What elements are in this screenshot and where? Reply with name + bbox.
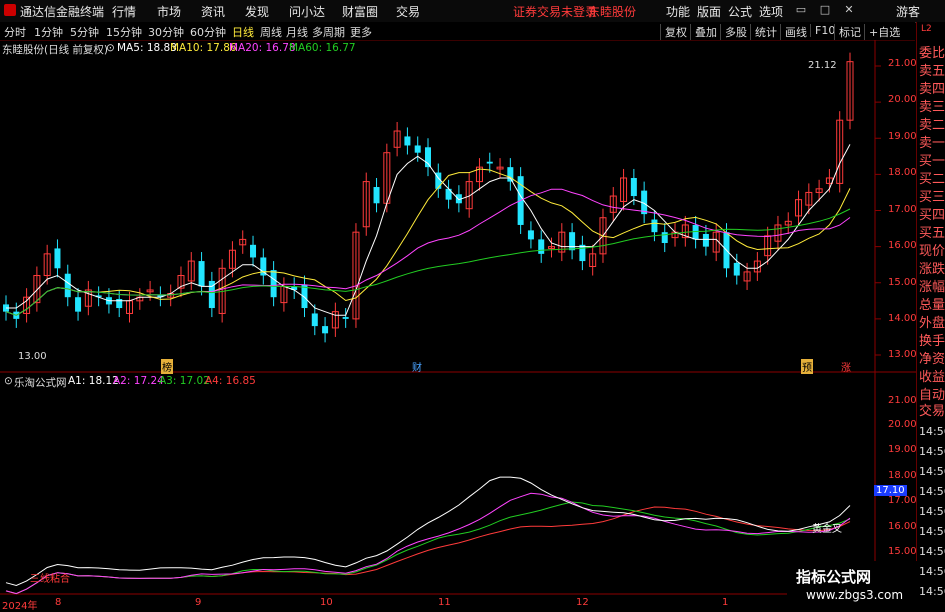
ma20-line (5, 188, 851, 316)
candle-body-down (342, 317, 349, 319)
low-marker: 13.00 (18, 351, 47, 362)
price-axis-label: 18.00 (888, 167, 917, 178)
indicator-axis-label: 20.00 (888, 419, 917, 430)
panel-ask1: 卖一 (919, 136, 945, 151)
panel-commission-ratio: 委比 (919, 46, 945, 61)
time-label: 14:56 (919, 485, 945, 498)
time-label: 14:56 (919, 585, 945, 598)
watermark-title: 指标公式网 (796, 568, 872, 586)
x-axis-label: 10 (320, 597, 333, 608)
a2-line (5, 492, 851, 595)
price-axis-label: 17.00 (888, 204, 917, 215)
candle-body-down (75, 297, 82, 312)
time-label: 14:56 (919, 565, 945, 578)
panel-auto[interactable]: 自动 (919, 388, 945, 403)
panel-change-pct: 涨幅 (919, 280, 945, 295)
candle-body-down (702, 233, 709, 247)
quote-side-panel: L2 委比 卖五 卖四 卖三 卖二 卖一 买一 买二 买三 买四 买五 现价 涨… (916, 22, 945, 609)
time-label: 14:56 (919, 545, 945, 558)
indicator-axis-label: 19.00 (888, 444, 917, 455)
high-marker: 21.12 (808, 60, 837, 71)
candle-body-down (414, 145, 421, 153)
panel-price: 现价 (919, 244, 945, 259)
event-marker-4[interactable]: 涨 (841, 359, 851, 374)
candle-body-down (661, 232, 668, 244)
panel-ask3: 卖三 (919, 100, 945, 115)
panel-net-assets: 净资 (919, 352, 945, 367)
candle-body-down (527, 230, 534, 240)
candle-body-down (507, 167, 514, 182)
price-axis-label: 16.00 (888, 240, 917, 251)
time-label: 14:56 (919, 425, 945, 438)
panel-trade[interactable]: 交易 (919, 404, 945, 419)
panel-bid4: 买四 (919, 208, 945, 223)
panel-change: 涨跌 (919, 262, 945, 277)
kline-chart[interactable] (0, 0, 945, 609)
x-axis-label: 11 (438, 597, 451, 608)
candle-body-down (404, 136, 411, 146)
candle-body-down (651, 219, 658, 233)
time-label: 14:56 (919, 525, 945, 538)
x-axis-label: 12 (576, 597, 589, 608)
event-marker-2[interactable]: 财 (412, 359, 422, 374)
watermark-url: www.zbgs3.com (806, 588, 904, 602)
price-axis-label: 21.00 (888, 58, 917, 69)
panel-ask5: 卖五 (919, 64, 945, 79)
candle-body-down (250, 244, 257, 258)
candle-body-down (486, 161, 493, 164)
x-axis-label: 1 (722, 597, 729, 608)
candle-body-down (569, 232, 576, 251)
indicator-axis-label: 15.00 (888, 546, 917, 557)
a3-line (5, 501, 851, 595)
indicator-axis-label: 16.00 (888, 521, 917, 532)
time-label: 14:56 (919, 465, 945, 478)
candle-body-down (198, 261, 205, 287)
indicator-signal-label: 三线粘合 (30, 574, 70, 585)
ma10-line (5, 168, 851, 316)
indicator-axis-label: 21.00 (888, 395, 917, 406)
golden-cross-label: 黄金叉 (812, 524, 842, 535)
time-label: 14:56 (919, 505, 945, 518)
price-axis-label: 15.00 (888, 277, 917, 288)
panel-bid2: 买二 (919, 172, 945, 187)
x-axis-label: 2024年 (2, 601, 38, 612)
x-axis-label: 9 (195, 597, 202, 608)
candle-body-down (579, 244, 586, 262)
candle-body-down (538, 239, 545, 254)
a4-line (5, 506, 851, 595)
price-axis-label: 20.00 (888, 94, 917, 105)
candle-body-down (322, 326, 329, 334)
panel-earnings: 收益 (919, 370, 945, 385)
candle-body-down (311, 313, 318, 327)
a1-line (5, 476, 851, 587)
panel-turnover: 换手 (919, 334, 945, 349)
candle-body-down (64, 273, 71, 298)
event-marker-3[interactable]: 预 (801, 359, 813, 374)
price-axis-label: 14.00 (888, 313, 917, 324)
panel-bid1: 买一 (919, 154, 945, 169)
panel-bid3: 买三 (919, 190, 945, 205)
candle-body-down (733, 262, 740, 276)
x-axis-label: 8 (55, 597, 62, 608)
panel-outer: 外盘 (919, 316, 945, 331)
candle-body-down (54, 248, 61, 269)
candle-body-down (270, 270, 277, 298)
panel-ask4: 卖四 (919, 82, 945, 97)
candle-body-down (373, 187, 380, 204)
event-marker-1[interactable]: 榜 (161, 359, 173, 374)
panel-ask2: 卖二 (919, 118, 945, 133)
candle-body-down (692, 224, 699, 240)
candle-body-down (630, 177, 637, 197)
price-axis-label: 13.00 (888, 349, 917, 360)
price-axis-label: 19.00 (888, 131, 917, 142)
panel-volume: 总量 (919, 298, 945, 313)
current-value-badge: 17.10 (874, 485, 907, 496)
time-label: 14:56 (919, 445, 945, 458)
panel-bid5: 买五 (919, 226, 945, 241)
indicator-axis-label: 18.00 (888, 470, 917, 481)
indicator-axis-label: 17.00 (888, 495, 917, 506)
level2-badge: L2 (921, 24, 932, 34)
